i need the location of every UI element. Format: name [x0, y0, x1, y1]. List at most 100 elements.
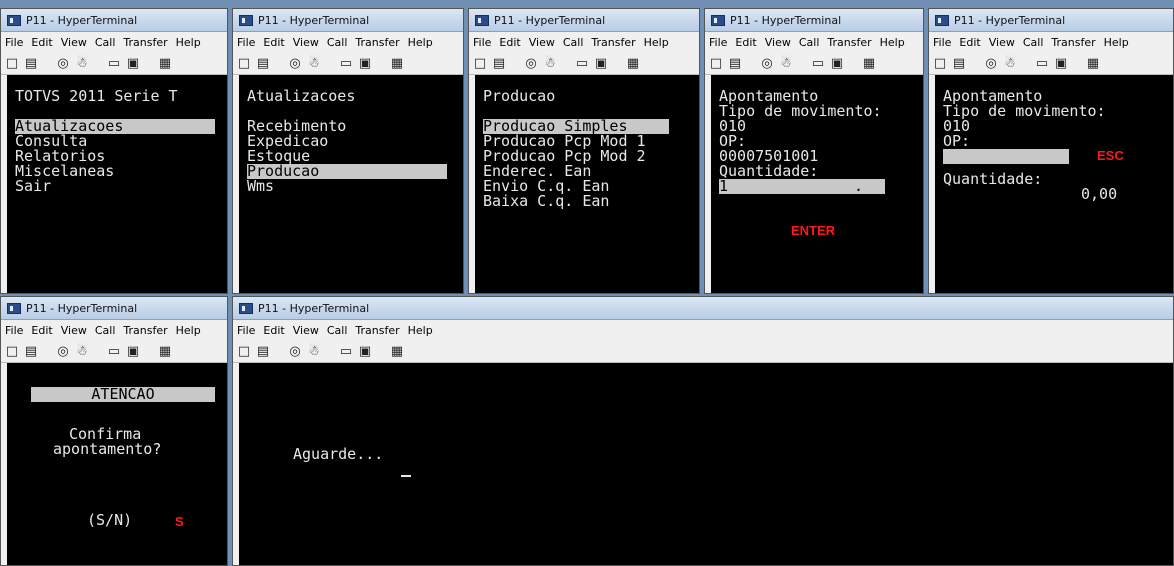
menu-file[interactable]: File — [5, 36, 23, 49]
dial-icon[interactable]: ☃ — [75, 344, 89, 359]
menu-item-selected[interactable]: Producao — [247, 164, 447, 179]
menu-edit[interactable]: Edit — [263, 36, 284, 49]
disconnect-icon[interactable]: ◎ — [288, 344, 302, 359]
menu-item[interactable]: Sair — [15, 179, 51, 194]
open-icon[interactable]: ▤ — [728, 56, 742, 71]
terminal-screen[interactable]: Atualizacoes Recebimento Expedicao Estoq… — [239, 75, 463, 293]
new-icon[interactable]: □ — [5, 56, 19, 71]
menu-view[interactable]: View — [765, 36, 791, 49]
dial-icon[interactable]: ☃ — [1003, 56, 1017, 71]
disconnect-icon[interactable]: ◎ — [760, 56, 774, 71]
menu-call[interactable]: Call — [95, 324, 116, 337]
terminal-screen[interactable]: Producao Producao Simples Producao Pcp M… — [475, 75, 699, 293]
new-icon[interactable]: □ — [237, 56, 251, 71]
dial-icon[interactable]: ☃ — [307, 56, 321, 71]
menu-transfer[interactable]: Transfer — [123, 324, 167, 337]
menu-view[interactable]: View — [293, 36, 319, 49]
disconnect-icon[interactable]: ◎ — [984, 56, 998, 71]
new-icon[interactable]: □ — [473, 56, 487, 71]
open-icon[interactable]: ▤ — [952, 56, 966, 71]
menu-file[interactable]: File — [473, 36, 491, 49]
menu-edit[interactable]: Edit — [31, 324, 52, 337]
disconnect-icon[interactable]: ◎ — [56, 56, 70, 71]
menu-help[interactable]: Help — [176, 36, 201, 49]
menu-file[interactable]: File — [5, 324, 23, 337]
menu-transfer[interactable]: Transfer — [827, 36, 871, 49]
receive-icon[interactable]: ▣ — [594, 56, 608, 71]
menu-view[interactable]: View — [61, 36, 87, 49]
send-icon[interactable]: ▭ — [575, 56, 589, 71]
properties-icon[interactable]: ▦ — [390, 344, 404, 359]
menu-help[interactable]: Help — [176, 324, 201, 337]
menu-help[interactable]: Help — [408, 36, 433, 49]
send-icon[interactable]: ▭ — [339, 56, 353, 71]
menu-call[interactable]: Call — [327, 36, 348, 49]
menu-item[interactable]: Baixa C.q. Ean — [483, 194, 609, 209]
menu-help[interactable]: Help — [644, 36, 669, 49]
menu-edit[interactable]: Edit — [263, 324, 284, 337]
menu-call[interactable]: Call — [799, 36, 820, 49]
properties-icon[interactable]: ▦ — [1086, 56, 1100, 71]
menu-edit[interactable]: Edit — [31, 36, 52, 49]
send-icon[interactable]: ▭ — [107, 344, 121, 359]
new-icon[interactable]: □ — [237, 344, 251, 359]
menu-edit[interactable]: Edit — [499, 36, 520, 49]
open-icon[interactable]: ▤ — [24, 56, 38, 71]
properties-icon[interactable]: ▦ — [626, 56, 640, 71]
receive-icon[interactable]: ▣ — [126, 344, 140, 359]
menu-help[interactable]: Help — [1104, 36, 1129, 49]
quantity-input[interactable]: 1. — [719, 179, 885, 194]
menu-call[interactable]: Call — [327, 324, 348, 337]
terminal-screen[interactable]: Apontamento Tipo de movimento: 010 OP: E… — [935, 75, 1173, 293]
send-icon[interactable]: ▭ — [1035, 56, 1049, 71]
menu-item[interactable]: Wms — [247, 179, 274, 194]
title-bar[interactable]: P11 - HyperTerminal — [705, 9, 923, 32]
properties-icon[interactable]: ▦ — [158, 344, 172, 359]
dial-icon[interactable]: ☃ — [543, 56, 557, 71]
terminal-screen[interactable]: ATENCAO Confirma apontamento? (S/N) S — [7, 363, 227, 565]
receive-icon[interactable]: ▣ — [358, 344, 372, 359]
menu-edit[interactable]: Edit — [735, 36, 756, 49]
disconnect-icon[interactable]: ◎ — [524, 56, 538, 71]
properties-icon[interactable]: ▦ — [390, 56, 404, 71]
title-bar[interactable]: P11 - HyperTerminal — [1, 297, 227, 320]
menu-view[interactable]: View — [293, 324, 319, 337]
new-icon[interactable]: □ — [709, 56, 723, 71]
terminal-screen[interactable]: Aguarde... — [239, 363, 1173, 565]
menu-help[interactable]: Help — [880, 36, 905, 49]
receive-icon[interactable]: ▣ — [126, 56, 140, 71]
menu-transfer[interactable]: Transfer — [123, 36, 167, 49]
menu-file[interactable]: File — [709, 36, 727, 49]
dial-icon[interactable]: ☃ — [307, 344, 321, 359]
properties-icon[interactable]: ▦ — [158, 56, 172, 71]
new-icon[interactable]: □ — [933, 56, 947, 71]
menu-transfer[interactable]: Transfer — [355, 36, 399, 49]
receive-icon[interactable]: ▣ — [1054, 56, 1068, 71]
menu-view[interactable]: View — [989, 36, 1015, 49]
title-bar[interactable]: P11 - HyperTerminal — [233, 297, 1173, 320]
terminal-screen[interactable]: TOTVS 2011 Serie T Atualizacoes Consulta… — [7, 75, 227, 293]
menu-transfer[interactable]: Transfer — [591, 36, 635, 49]
disconnect-icon[interactable]: ◎ — [56, 344, 70, 359]
title-bar[interactable]: P11 - HyperTerminal — [929, 9, 1173, 32]
dial-icon[interactable]: ☃ — [75, 56, 89, 71]
op-input[interactable] — [943, 149, 1069, 164]
open-icon[interactable]: ▤ — [256, 56, 270, 71]
title-bar[interactable]: P11 - HyperTerminal — [469, 9, 699, 32]
menu-view[interactable]: View — [61, 324, 87, 337]
menu-call[interactable]: Call — [1023, 36, 1044, 49]
properties-icon[interactable]: ▦ — [862, 56, 876, 71]
menu-transfer[interactable]: Transfer — [355, 324, 399, 337]
disconnect-icon[interactable]: ◎ — [288, 56, 302, 71]
menu-call[interactable]: Call — [95, 36, 116, 49]
menu-file[interactable]: File — [237, 36, 255, 49]
title-bar[interactable]: P11 - HyperTerminal — [1, 9, 227, 32]
receive-icon[interactable]: ▣ — [358, 56, 372, 71]
menu-edit[interactable]: Edit — [959, 36, 980, 49]
title-bar[interactable]: P11 - HyperTerminal — [233, 9, 463, 32]
new-icon[interactable]: □ — [5, 344, 19, 359]
open-icon[interactable]: ▤ — [256, 344, 270, 359]
menu-help[interactable]: Help — [408, 324, 433, 337]
menu-transfer[interactable]: Transfer — [1051, 36, 1095, 49]
receive-icon[interactable]: ▣ — [830, 56, 844, 71]
